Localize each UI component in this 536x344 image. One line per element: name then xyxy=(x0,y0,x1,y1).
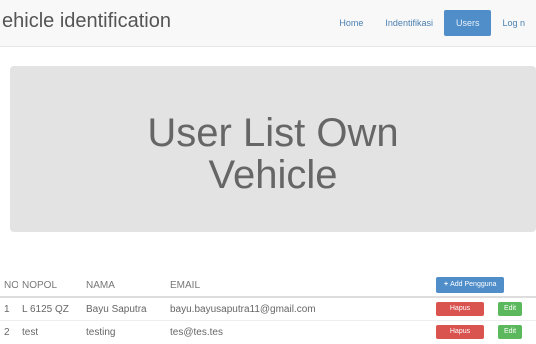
cell-actions: Hapus Edit xyxy=(432,296,536,321)
cell-nopol: test xyxy=(18,320,82,343)
cell-email: bayu.bayusaputra11@gmail.com xyxy=(166,296,432,321)
edit-button[interactable]: Edit xyxy=(498,302,522,316)
brand-title[interactable]: ehicle identification xyxy=(2,10,171,33)
header-nopol: NOPOL xyxy=(18,274,82,298)
table-row: 1 L 6125 QZ Bayu Saputra bayu.bayusaputr… xyxy=(0,296,536,321)
user-table-container: NO NOPOL NAMA EMAIL + Add Pengguna 1 L 61… xyxy=(0,274,536,343)
nav-home[interactable]: Home xyxy=(328,12,374,34)
cell-nopol: L 6125 QZ xyxy=(18,296,82,321)
add-user-label: Add Pengguna xyxy=(450,281,497,288)
add-user-button[interactable]: + Add Pengguna xyxy=(436,277,505,293)
nav-users[interactable]: Users xyxy=(443,10,492,36)
plus-icon: + xyxy=(444,281,449,288)
cell-email: tes@tes.tes xyxy=(166,320,432,343)
page-title: User List Own Vehicle xyxy=(10,112,536,196)
nav-login[interactable]: Log n xyxy=(491,12,536,34)
table-row: 2 test testing tes@tes.tes Hapus Edit xyxy=(0,320,536,343)
cell-actions: Hapus Edit xyxy=(432,320,536,343)
cell-nama: Bayu Saputra xyxy=(82,296,166,321)
cell-nama: testing xyxy=(82,320,166,343)
delete-button[interactable]: Hapus xyxy=(436,325,484,339)
user-table: NO NOPOL NAMA EMAIL + Add Pengguna 1 L 61… xyxy=(0,274,536,343)
header-actions: + Add Pengguna xyxy=(432,274,536,298)
page-title-line2: Vehicle xyxy=(208,153,338,197)
page-title-line1: User List Own xyxy=(147,111,399,155)
delete-button[interactable]: Hapus xyxy=(436,302,484,316)
jumbotron: User List Own Vehicle xyxy=(10,66,536,232)
cell-no: 1 xyxy=(0,296,18,321)
header-no: NO xyxy=(0,274,18,298)
nav-links: Home Indentifikasi Users Log n xyxy=(328,0,536,46)
navbar: ehicle identification Home Indentifikasi… xyxy=(0,0,536,47)
header-email: EMAIL xyxy=(166,274,432,298)
table-header-row: NO NOPOL NAMA EMAIL + Add Pengguna xyxy=(0,274,536,298)
header-nama: NAMA xyxy=(82,274,166,298)
nav-indentifikasi[interactable]: Indentifikasi xyxy=(374,12,444,34)
edit-button[interactable]: Edit xyxy=(498,325,522,339)
cell-no: 2 xyxy=(0,320,18,343)
